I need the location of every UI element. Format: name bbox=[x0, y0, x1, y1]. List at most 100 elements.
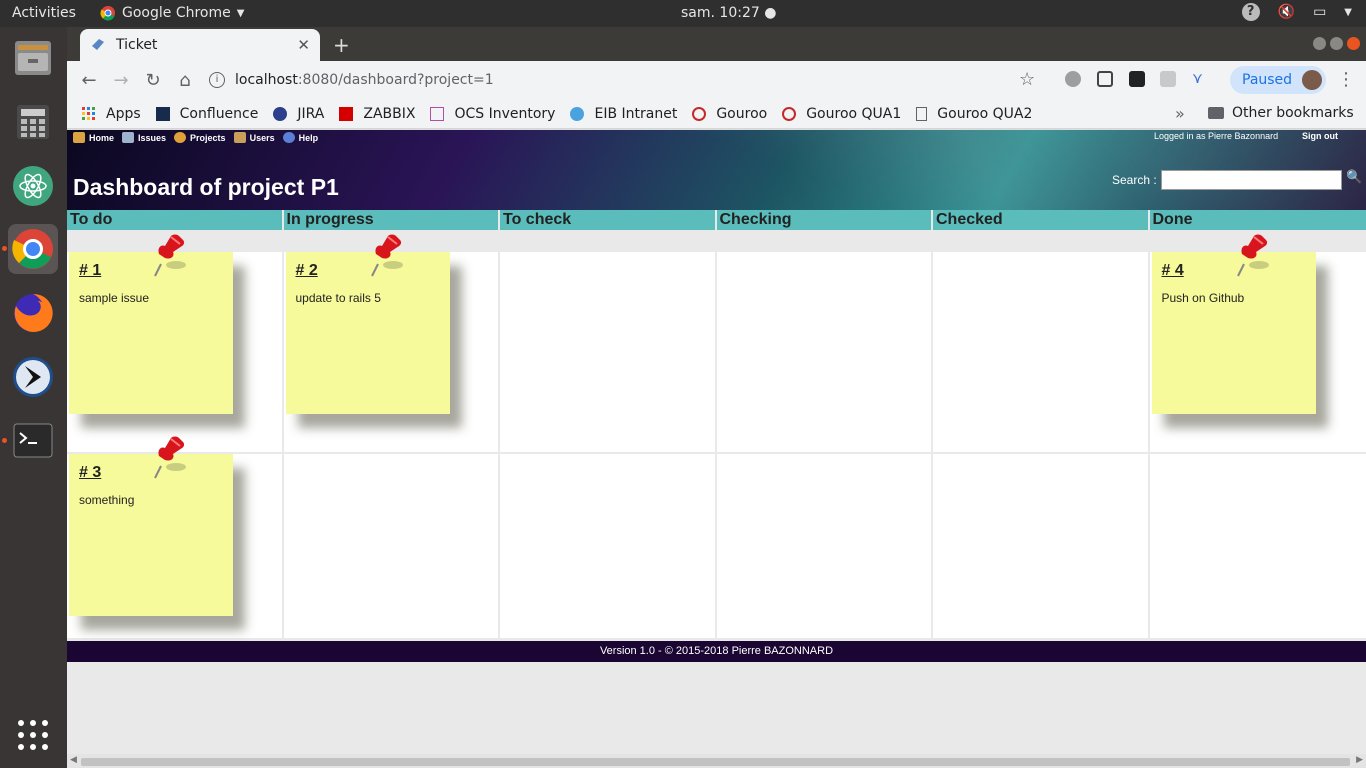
menu-item-projects[interactable]: Projects bbox=[174, 132, 226, 143]
extension-icon[interactable] bbox=[1160, 71, 1176, 87]
ticket-favicon-icon bbox=[92, 39, 104, 50]
board-cell: # 3 something bbox=[67, 436, 284, 638]
scroll-left-arrow-icon[interactable]: ◀ bbox=[70, 755, 77, 765]
ticket-note[interactable]: # 4 Push on Github bbox=[1151, 234, 1316, 414]
bookmark-eib-intranet[interactable]: EIB Intranet bbox=[570, 106, 677, 122]
app-menu[interactable]: Google Chrome ▼ bbox=[100, 5, 244, 21]
projects-icon bbox=[174, 132, 187, 143]
column-header-to-do: To do bbox=[67, 210, 284, 230]
horizontal-scrollbar[interactable]: ◀ ▶ bbox=[67, 754, 1366, 768]
bookmark-star-icon[interactable]: ☆ bbox=[1019, 69, 1035, 90]
other-bookmarks-folder[interactable]: Other bookmarks bbox=[1208, 105, 1354, 121]
dock-calculator[interactable] bbox=[8, 97, 58, 147]
new-tab-button[interactable]: + bbox=[333, 33, 350, 57]
bookmark-label: Gouroo bbox=[716, 105, 768, 122]
ticket-number-link[interactable]: # 3 bbox=[79, 464, 101, 482]
sign-out-link[interactable]: Sign out bbox=[1302, 131, 1338, 141]
confluence-icon bbox=[155, 106, 170, 121]
column-header-checked: Checked bbox=[933, 210, 1150, 230]
search-input[interactable] bbox=[1161, 170, 1342, 190]
bookmark-gouroo[interactable]: Gouroo bbox=[692, 106, 767, 122]
bookmark-ocs-inventory[interactable]: OCS Inventory bbox=[430, 106, 555, 122]
help-icon[interactable]: ? bbox=[1241, 3, 1260, 21]
maximize-button[interactable] bbox=[1330, 37, 1343, 50]
battery-icon[interactable]: ▭ bbox=[1313, 4, 1326, 20]
scrollbar-thumb[interactable] bbox=[81, 758, 1350, 766]
issues-icon bbox=[122, 132, 135, 143]
web-page: Home Issues Projects Users Help Logged i… bbox=[67, 130, 1366, 768]
calculator-icon bbox=[17, 105, 49, 139]
ticket-note[interactable]: # 1 sample issue bbox=[69, 234, 233, 414]
terminal-extension-icon[interactable] bbox=[1129, 71, 1145, 87]
ticket-number-link[interactable]: # 2 bbox=[296, 262, 318, 280]
bookmark-gouroo-qua2[interactable]: Gouroo QUA2 bbox=[916, 106, 1032, 122]
board-cell bbox=[933, 454, 1150, 638]
show-applications-button[interactable] bbox=[8, 710, 58, 760]
minimize-button[interactable] bbox=[1313, 37, 1326, 50]
board-cell: # 2 update to rails 5 bbox=[283, 234, 500, 454]
url-path: :8080/dashboard?project=1 bbox=[297, 72, 494, 88]
board-cell bbox=[500, 454, 717, 638]
ticket-number-link[interactable]: # 4 bbox=[1162, 262, 1184, 280]
search-label: Search : bbox=[1112, 173, 1157, 187]
pocket-chevron-icon[interactable]: ⋎ bbox=[1192, 71, 1208, 87]
board-cell: # 1 sample issue bbox=[67, 234, 284, 454]
board-cell bbox=[1149, 454, 1366, 638]
kanban-board: # 1 sample issue # 2 update to rails 5 #… bbox=[67, 234, 1366, 638]
forward-arrow-icon[interactable]: → bbox=[105, 70, 137, 91]
ticket-summary: something bbox=[79, 493, 135, 507]
globe-icon bbox=[570, 106, 585, 121]
ticket-note[interactable]: # 3 something bbox=[69, 436, 233, 616]
more-bookmarks-chevron-icon[interactable]: » bbox=[1175, 104, 1185, 123]
bookmark-apps[interactable]: Apps bbox=[82, 106, 141, 122]
address-bar[interactable]: i localhost:8080/dashboard?project=1 bbox=[209, 65, 1039, 95]
close-tab-icon[interactable]: ✕ bbox=[297, 36, 310, 54]
dock-files[interactable] bbox=[8, 33, 58, 83]
menu-item-home[interactable]: Home bbox=[73, 132, 114, 143]
close-window-button[interactable] bbox=[1347, 37, 1360, 50]
bookmark-gouroo-qua1[interactable]: Gouroo QUA1 bbox=[782, 106, 901, 122]
back-arrow-icon[interactable]: ← bbox=[73, 70, 105, 91]
browser-window: Ticket ✕ + ← → ↻ ⌂ i localhost:8080/dash… bbox=[67, 27, 1366, 768]
clock[interactable]: sam. 10:27 ● bbox=[681, 5, 776, 21]
dock-terminal[interactable] bbox=[8, 416, 58, 466]
bookmark-label: Gouroo QUA1 bbox=[806, 105, 902, 122]
reload-icon[interactable]: ↻ bbox=[137, 70, 169, 91]
cast-icon[interactable] bbox=[1097, 71, 1113, 87]
logged-in-user: Logged in as Pierre Bazonnard bbox=[1154, 131, 1279, 141]
activities-button[interactable]: Activities bbox=[12, 5, 76, 21]
ticket-number-link[interactable]: # 1 bbox=[79, 262, 101, 280]
search-icon[interactable]: 🔍 bbox=[1346, 170, 1362, 185]
bookmark-label: Confluence bbox=[179, 105, 259, 122]
bookmark-jira[interactable]: JIRA bbox=[273, 106, 324, 122]
ticket-note[interactable]: # 2 update to rails 5 bbox=[285, 234, 450, 414]
running-indicator bbox=[2, 246, 7, 251]
users-icon bbox=[233, 132, 246, 143]
apps-grid-icon bbox=[82, 106, 95, 120]
ticket-summary: Push on Github bbox=[1161, 291, 1245, 305]
profile-button[interactable]: Paused bbox=[1230, 66, 1326, 94]
system-tray[interactable]: ? 🔇 ▭ ▼ bbox=[1241, 3, 1352, 21]
dock-chrome[interactable] bbox=[8, 224, 58, 274]
tab-ticket[interactable]: Ticket ✕ bbox=[80, 29, 320, 61]
column-header-checking: Checking bbox=[716, 210, 933, 230]
bookmark-zabbix[interactable]: ZABBIX bbox=[339, 106, 415, 122]
ocs-icon bbox=[430, 106, 445, 121]
menu-item-users[interactable]: Users bbox=[233, 132, 275, 143]
dock-app-ks[interactable] bbox=[8, 352, 58, 402]
dock-firefox[interactable] bbox=[8, 288, 58, 338]
clock-text: sam. 10:27 bbox=[681, 5, 760, 21]
page-footer: Version 1.0 - © 2015-2018 Pierre BAZONNA… bbox=[67, 641, 1366, 662]
more-menu-icon[interactable]: ⋮ bbox=[1337, 69, 1355, 90]
bookmark-confluence[interactable]: Confluence bbox=[155, 105, 259, 122]
menu-item-help[interactable]: Help bbox=[282, 132, 318, 143]
scroll-right-arrow-icon[interactable]: ▶ bbox=[1356, 755, 1363, 765]
site-info-icon[interactable]: i bbox=[209, 72, 225, 88]
home-icon[interactable]: ⌂ bbox=[169, 70, 201, 91]
chevron-down-icon[interactable]: ▼ bbox=[1344, 7, 1352, 18]
url-host: localhost bbox=[235, 72, 298, 88]
volume-mute-icon[interactable]: 🔇 bbox=[1278, 4, 1295, 20]
extension-icon[interactable] bbox=[1065, 71, 1081, 87]
menu-item-issues[interactable]: Issues bbox=[122, 132, 166, 143]
dock-atom[interactable] bbox=[8, 161, 58, 211]
